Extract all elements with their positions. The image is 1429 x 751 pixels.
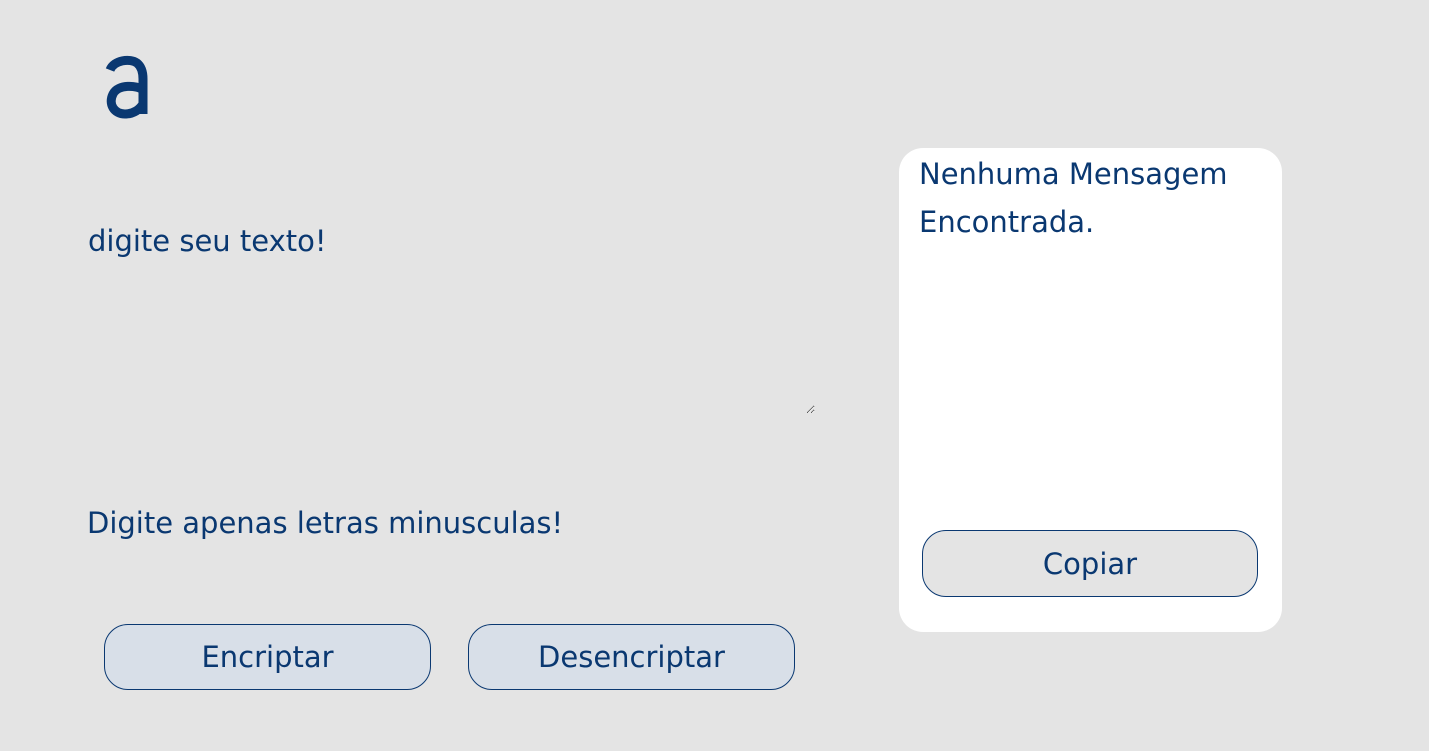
lowercase-hint: Digite apenas letras minusculas! xyxy=(87,506,564,540)
alura-logo-icon xyxy=(105,55,148,119)
encrypt-button[interactable]: Encriptar xyxy=(104,624,431,690)
decrypt-button[interactable]: Desencriptar xyxy=(468,624,795,690)
output-panel: Copiar xyxy=(899,148,1282,632)
text-input[interactable] xyxy=(80,216,815,414)
copy-button[interactable]: Copiar xyxy=(922,530,1258,597)
